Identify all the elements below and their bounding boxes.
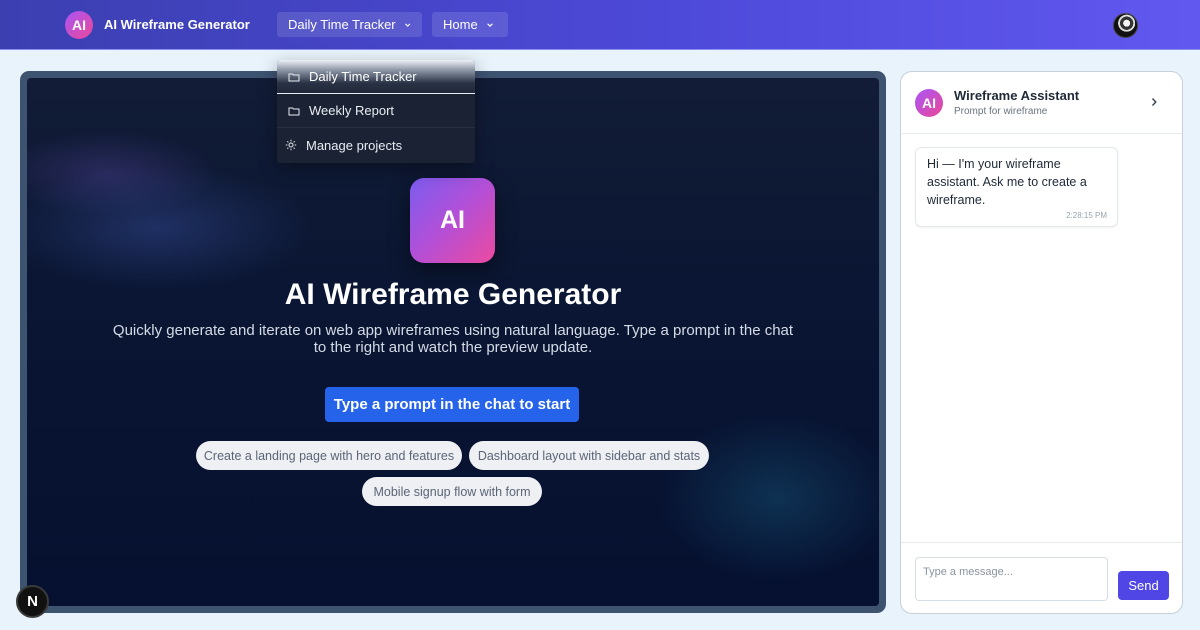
assistant-message: Hi — I'm your wireframe assistant. Ask m…: [915, 147, 1118, 227]
user-avatar[interactable]: [1113, 13, 1138, 38]
message-input[interactable]: [915, 557, 1108, 601]
chat-panel: AI Wireframe Assistant Prompt for wirefr…: [900, 71, 1183, 614]
hero-title: AI Wireframe Generator: [284, 278, 622, 311]
brand-logo[interactable]: AI: [65, 11, 93, 39]
project-select-button[interactable]: Daily Time Tracker: [277, 12, 422, 37]
top-navbar: AI AI Wireframe Generator Daily Time Tra…: [0, 0, 1200, 50]
hero-ai-icon: AI: [410, 178, 495, 263]
chat-header: AI Wireframe Assistant Prompt for wirefr…: [901, 72, 1182, 134]
dropdown-item-label: Manage projects: [306, 137, 403, 153]
suggestion-chip[interactable]: Dashboard layout with sidebar and stats: [469, 441, 709, 470]
start-prompt-button[interactable]: Type a prompt in the chat to start: [325, 387, 579, 422]
chevron-down-icon: [486, 22, 493, 27]
dropdown-item-daily-time-tracker[interactable]: Daily Time Tracker: [277, 60, 475, 94]
message-timestamp: 2:28:15 PM: [1066, 211, 1107, 220]
project-select-label: Daily Time Tracker: [288, 17, 396, 32]
send-button[interactable]: Send: [1118, 571, 1169, 600]
dropdown-item-weekly-report[interactable]: Weekly Report: [277, 94, 475, 128]
assistant-logo: AI: [915, 89, 943, 117]
suggestion-chip[interactable]: Mobile signup flow with form: [362, 477, 542, 506]
dropdown-item-label: Weekly Report: [309, 103, 395, 118]
folder-icon: [288, 73, 300, 81]
nextjs-badge[interactable]: N: [16, 585, 49, 618]
chat-subtitle: Prompt for wireframe: [954, 106, 1048, 117]
chevron-down-icon: [404, 23, 410, 27]
hero-subtitle: Quickly generate and iterate on web app …: [112, 322, 794, 356]
chevron-right-icon[interactable]: [1149, 97, 1159, 107]
chat-composer: Send: [901, 542, 1182, 613]
chat-title: Wireframe Assistant: [954, 88, 1080, 103]
dropdown-item-label: Daily Time Tracker: [309, 69, 417, 84]
dropdown-item-manage-projects[interactable]: Manage projects: [277, 128, 475, 162]
folder-icon: [288, 107, 300, 115]
settings-icon: [285, 139, 297, 151]
brand-name[interactable]: AI Wireframe Generator: [104, 17, 250, 32]
chat-messages: Hi — I'm your wireframe assistant. Ask m…: [901, 134, 1182, 541]
message-text: Hi — I'm your wireframe assistant. Ask m…: [927, 157, 1087, 207]
home-nav-button[interactable]: Home: [432, 12, 508, 37]
home-nav-label: Home: [443, 17, 478, 32]
project-dropdown-menu: Daily Time Tracker Weekly Report Manage …: [277, 60, 475, 163]
suggestion-chip[interactable]: Create a landing page with hero and feat…: [196, 441, 462, 470]
